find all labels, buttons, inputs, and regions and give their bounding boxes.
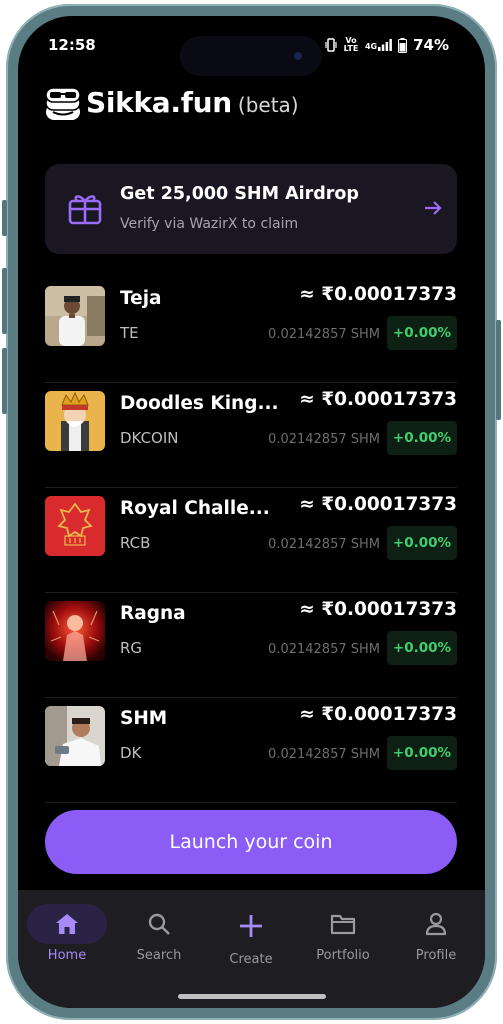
nav-create-icon-wrap [239,904,263,948]
bottom-nav: Home Search Create Portfolio Profile [18,890,485,1008]
coin-row[interactable]: Teja TE ≈ ₹0.00017373 0.02142857 SHM +0.… [45,278,457,383]
nav-search-icon-wrap [147,904,171,944]
coin-symbol: DKCOIN [120,429,179,447]
nav-label-home: Home [47,948,87,963]
folder-icon [330,914,356,935]
status-bar: 12:58 Vo LTE 4G 74% [18,36,485,56]
nav-search[interactable]: Search [119,904,199,963]
coin-shm-value: 0.02142857 SHM [268,747,380,762]
nav-profile-icon-wrap [425,904,447,944]
coin-name: Teja [120,288,162,309]
coin-symbol: DK [120,744,142,762]
coin-name: Doodles King... [120,393,279,414]
nav-label-profile: Profile [415,948,457,963]
coin-shm-value: 0.02142857 SHM [268,327,380,342]
coin-avatar-teja [45,286,105,346]
coin-price: ≈ ₹0.00017373 [299,389,457,410]
search-icon [148,913,170,935]
plus-icon [240,915,262,937]
coin-shm-value: 0.02142857 SHM [268,537,380,552]
status-time: 12:58 [48,36,96,54]
user-icon [425,912,447,936]
coin-avatar-rcb [45,496,105,556]
coin-price: ≈ ₹0.00017373 [299,284,457,305]
app-beta-tag: (beta) [237,93,299,117]
coin-name: Ragna [120,603,186,624]
app-name: Sikka.fun [86,85,232,119]
coin-symbol: TE [120,324,139,342]
coin-name: SHM [120,708,168,729]
coin-change-badge: +0.00% [387,316,457,350]
app-header: Sikka.fun (beta) [44,82,299,122]
airdrop-banner[interactable]: Get 25,000 SHM Airdrop Verify via WazirX… [45,164,457,254]
launch-coin-button[interactable]: Launch your coin [45,810,457,874]
arrow-right-icon[interactable] [423,198,443,222]
phone-power-button [496,320,501,420]
coin-avatar-doodles-king [45,391,105,451]
nav-home-pill [27,904,107,944]
status-icons: Vo LTE 4G 74% [325,36,449,54]
coin-change-badge: +0.00% [387,421,457,455]
volte-label: Vo LTE [343,36,359,53]
nav-label-portfolio: Portfolio [316,948,370,963]
coin-shm-value: 0.02142857 SHM [268,432,380,447]
coin-row[interactable]: Royal Challe... RCB ≈ ₹0.00017373 0.0214… [45,488,457,593]
nav-profile[interactable]: Profile [396,904,476,963]
network-type-icon: 4G [365,39,392,51]
airdrop-subtitle: Verify via WazirX to claim [120,216,299,232]
coin-price: ≈ ₹0.00017373 [299,704,457,725]
coin-price: ≈ ₹0.00017373 [299,599,457,620]
airdrop-title: Get 25,000 SHM Airdrop [120,184,359,204]
battery-percent: 74% [413,36,449,54]
screen: 12:58 Vo LTE 4G 74% Sikka.fun (beta) Get… [18,16,485,1008]
nav-home[interactable]: Home [27,904,107,963]
signal-icon [378,39,392,51]
nav-label-create: Create [229,952,273,967]
nav-create[interactable]: Create [211,904,291,967]
nav-portfolio[interactable]: Portfolio [303,904,383,963]
battery-icon [398,37,408,53]
phone-volume-up [2,268,7,334]
nav-label-search: Search [136,948,182,963]
coin-row[interactable]: SHM DK ≈ ₹0.00017373 0.02142857 SHM +0.0… [45,698,457,803]
gift-icon [67,192,103,230]
coin-list: Teja TE ≈ ₹0.00017373 0.02142857 SHM +0.… [45,278,457,803]
phone-volume-down [2,348,7,414]
nav-portfolio-icon-wrap [330,904,356,944]
coin-symbol: RG [120,639,143,657]
sikka-logo-icon [44,82,82,122]
coin-price: ≈ ₹0.00017373 [299,494,457,515]
coin-change-badge: +0.00% [387,631,457,665]
network-type: 4G [364,42,378,51]
coin-row[interactable]: Doodles King... DKCOIN ≈ ₹0.00017373 0.0… [45,383,457,488]
coin-change-badge: +0.00% [387,526,457,560]
coin-avatar-ragna [45,601,105,661]
coin-change-badge: +0.00% [387,736,457,770]
coin-name: Royal Challe... [120,498,270,519]
home-icon [56,914,78,934]
coin-avatar-shm [45,706,105,766]
vibrate-icon [325,38,337,52]
home-indicator[interactable] [178,994,326,999]
coin-symbol: RCB [120,534,151,552]
phone-side-button [2,200,7,236]
coin-row[interactable]: Ragna RG ≈ ₹0.00017373 0.02142857 SHM +0… [45,593,457,698]
coin-shm-value: 0.02142857 SHM [268,642,380,657]
